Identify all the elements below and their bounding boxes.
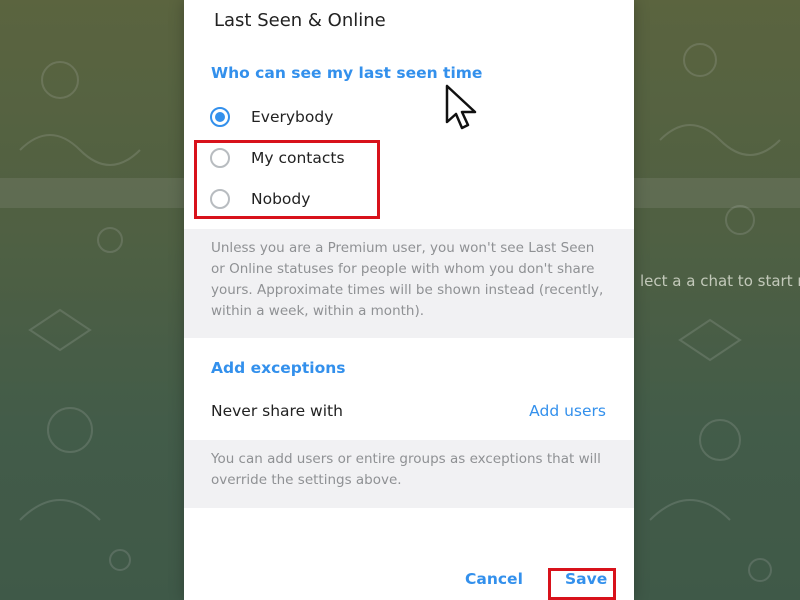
add-users-link[interactable]: Add users xyxy=(529,402,606,420)
cancel-button[interactable]: Cancel xyxy=(465,570,523,588)
last-seen-section-header: Who can see my last seen time xyxy=(211,64,483,82)
last-seen-dialog: Last Seen & Online Who can see my last s… xyxy=(184,0,634,600)
mouse-pointer-icon xyxy=(445,84,477,130)
exceptions-info-text: You can add users or entire groups as ex… xyxy=(184,440,634,508)
dialog-title: Last Seen & Online xyxy=(214,10,386,31)
never-share-label: Never share with xyxy=(211,402,343,420)
radio-option-nobody[interactable]: Nobody xyxy=(210,182,610,216)
radio-checked-icon[interactable] xyxy=(210,107,230,127)
radio-option-my-contacts[interactable]: My contacts xyxy=(210,141,610,175)
never-share-row[interactable]: Never share with Add users xyxy=(211,402,606,420)
radio-label-everybody: Everybody xyxy=(251,108,334,126)
last-seen-info-text: Unless you are a Premium user, you won't… xyxy=(184,229,634,338)
exceptions-section-header: Add exceptions xyxy=(211,359,346,377)
radio-unchecked-icon[interactable] xyxy=(210,148,230,168)
radio-unchecked-icon[interactable] xyxy=(210,189,230,209)
background-hint-text: lect a a chat to start m xyxy=(640,272,800,290)
app-background: lect a a chat to start m Last Seen & Onl… xyxy=(0,0,800,600)
radio-option-everybody[interactable]: Everybody xyxy=(210,100,610,134)
radio-label-my-contacts: My contacts xyxy=(251,149,345,167)
radio-label-nobody: Nobody xyxy=(251,190,311,208)
save-button[interactable]: Save xyxy=(565,570,607,588)
